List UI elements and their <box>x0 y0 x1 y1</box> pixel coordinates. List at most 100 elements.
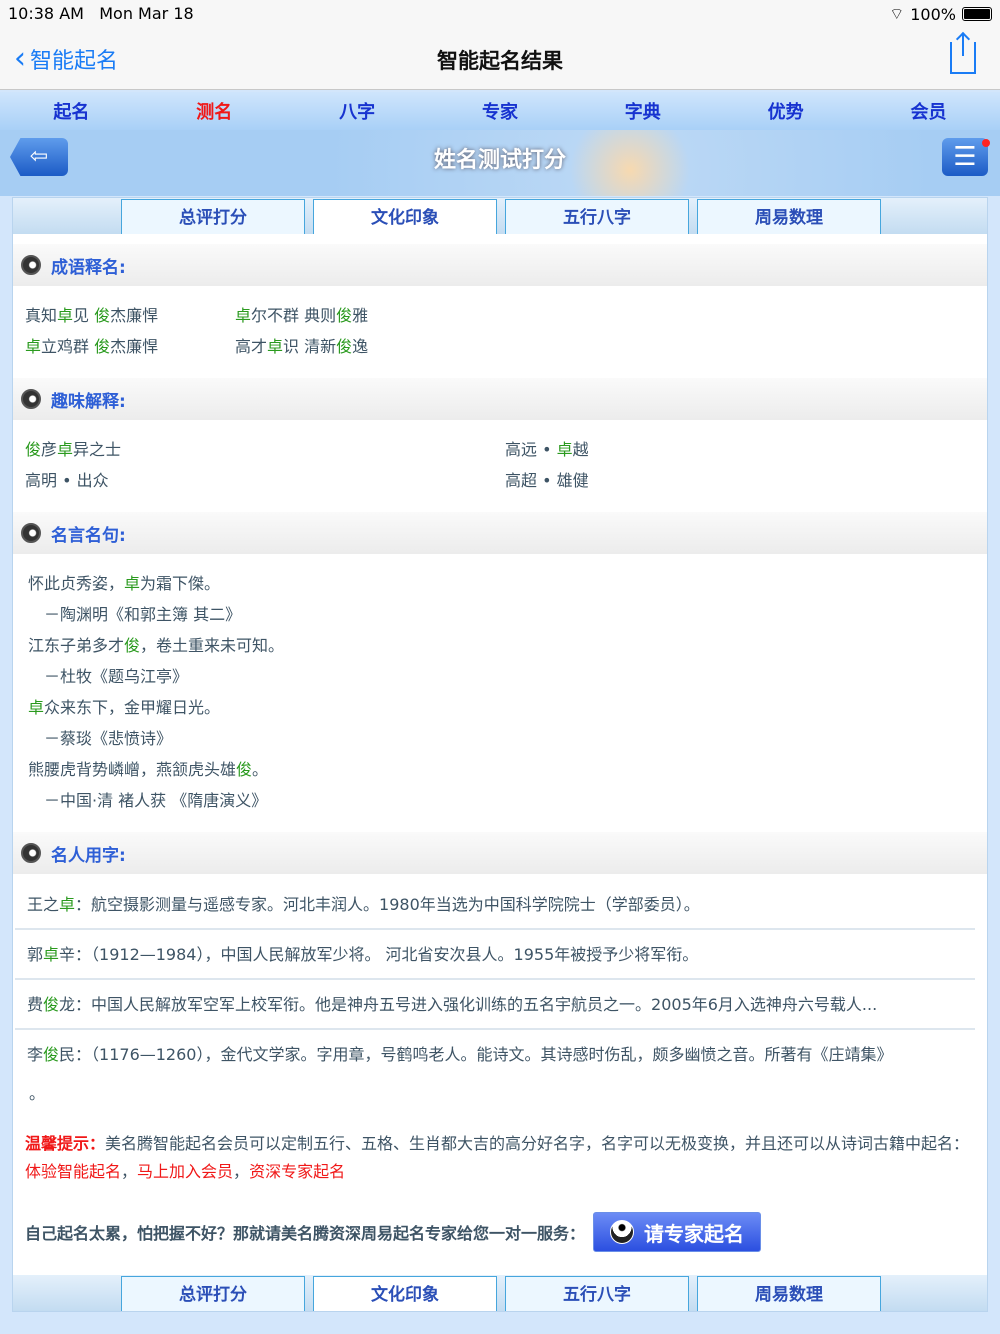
tab-2[interactable]: 文化印象 <box>313 199 497 234</box>
quote-source: －蔡琰《悲愤诗》 <box>44 729 173 748</box>
link-expert-naming[interactable]: 资深专家起名 <box>249 1162 345 1181</box>
quote-source: －杜牧《题乌江亭》 <box>44 667 189 686</box>
expert-text: 自己起名太累，怕把握不好？那就请美名腾资深周易起名专家给您一对一服务： <box>25 1224 586 1243</box>
tab-bar-top: 总评打分 文化印象 五行八字 周易数理 <box>13 198 987 234</box>
menu-item[interactable]: 会员 <box>857 98 999 124</box>
text-segment: 高明 • 出众 <box>25 471 109 490</box>
time: 10:38 AM <box>8 4 84 23</box>
tip: 温馨提示：美名腾智能起名会员可以定制五行、五格、生肖都大吉的高分好名字，名字可以… <box>13 1104 987 1186</box>
content-panel: 总评打分 文化印象 五行八字 周易数理 成语释名: 真知卓见 俊杰廉悍 卓尔不群 典则俊… <box>12 197 988 1312</box>
tab-1[interactable]: 总评打分 <box>121 1276 305 1311</box>
text-segment: 见 <box>73 306 95 325</box>
highlight-char: 俊 <box>336 337 353 356</box>
highlight-char: 俊 <box>94 306 111 325</box>
expert-button-label: 请专家起名 <box>644 1221 745 1246</box>
fun-item: 高远 • 卓越 <box>493 434 793 465</box>
famous-person-item: 费俊龙：中国人民解放军空军上校军衔。他是神舟五号进入强化训练的五名宇航员之一。2… <box>15 980 975 1030</box>
idiom-item: 真知卓见 俊杰廉悍 <box>13 300 223 331</box>
highlight-char: 卓 <box>43 945 60 964</box>
highlight-char: 卓 <box>28 698 45 717</box>
fun-list: 俊彦卓异之士 高远 • 卓越 高明 • 出众 高超 • 雄健 <box>13 420 987 502</box>
section-header-famous: 名人用字: <box>13 832 987 874</box>
yin-yang-icon <box>21 255 41 275</box>
highlight-char: 俊 <box>43 995 60 1014</box>
date: Mon Mar 18 <box>99 4 194 23</box>
section-title: 名言名句: <box>51 525 126 546</box>
link-join-member[interactable]: 马上加入会员 <box>137 1162 233 1181</box>
tab-4[interactable]: 周易数理 <box>697 1276 881 1311</box>
tab-3[interactable]: 五行八字 <box>505 1276 689 1311</box>
famous-list: 王之卓：航空摄影测量与遥感专家。河北丰润人。1980年当选为中国科学院院士（学部… <box>13 874 987 1080</box>
notification-dot <box>982 139 990 147</box>
menu-item[interactable]: 起名 <box>0 98 142 124</box>
menu-item[interactable]: 优势 <box>715 98 857 124</box>
section-title: 成语释名: <box>51 257 126 278</box>
text-segment: 真知 <box>25 306 58 325</box>
yin-yang-icon <box>610 1220 635 1244</box>
text-segment: 识 清新 <box>283 337 337 356</box>
highlight-char: 卓 <box>556 440 573 459</box>
sep: ， <box>233 1162 250 1181</box>
highlight-char: 卓 <box>267 337 284 356</box>
text-segment: 尔不群 典则 <box>251 306 337 325</box>
tab-3[interactable]: 五行八字 <box>505 199 689 234</box>
famous-tail: 。 <box>29 1084 46 1103</box>
famous-person-item: 王之卓：航空摄影测量与遥感专家。河北丰润人。1980年当选为中国科学院院士（学部… <box>15 880 975 930</box>
tab-2[interactable]: 文化印象 <box>313 1276 497 1311</box>
highlight-char: 俊 <box>124 636 141 655</box>
famous-person-item: 李俊民：（1176—1260），金代文学家。字用章，号鹤鸣老人。能诗文。其诗感时… <box>15 1030 975 1080</box>
page-title: 智能起名结果 <box>437 49 563 73</box>
text-segment: 熊腰虎背势嶙嶒，燕颔虎头雄 <box>28 760 237 779</box>
text-segment: 王之 <box>27 895 60 914</box>
text-segment: 怀此贞秀姿， <box>28 574 125 593</box>
menu-item[interactable]: 八字 <box>286 98 428 124</box>
text-segment: 辛：（1912—1984），中国人民解放军少将。 河北省安次县人。1955年被授… <box>59 945 699 964</box>
fun-item: 俊彦卓异之士 <box>13 434 493 465</box>
section-title: 名人用字: <box>51 845 126 866</box>
text-segment: 彦 <box>41 440 58 459</box>
highlight-char: 俊 <box>25 440 42 459</box>
tip-text: 美名腾智能起名会员可以定制五行、五格、生肖都大吉的高分好名字，名字可以无极变换，… <box>105 1134 970 1153</box>
text-segment: 高超 • 雄健 <box>505 471 589 490</box>
text-segment: 江东子弟多才 <box>28 636 125 655</box>
highlight-char: 卓 <box>59 895 76 914</box>
quote-text: 熊腰虎背势嶙嶒，燕颔虎头雄俊。 <box>16 754 987 785</box>
section-header-idioms: 成语释名: <box>13 244 987 286</box>
share-icon[interactable] <box>950 34 976 74</box>
text-segment: 李 <box>27 1045 44 1064</box>
idiom-item: 卓尔不群 典则俊雅 <box>223 300 523 331</box>
text-segment: 民：（1176—1260），金代文学家。字用章，号鹤鸣老人。能诗文。其诗感时伤乱… <box>59 1045 893 1064</box>
tab-1[interactable]: 总评打分 <box>121 199 305 234</box>
menu-item[interactable]: 专家 <box>429 98 571 124</box>
highlight-char: 卓 <box>124 574 141 593</box>
link-try-smart-naming[interactable]: 体验智能起名 <box>25 1162 121 1181</box>
text-segment: 龙：中国人民解放军空军上校军衔。他是神舟五号进入强化训练的五名宇航员之一。200… <box>59 995 878 1014</box>
tab-4[interactable]: 周易数理 <box>697 199 881 234</box>
menu-item[interactable]: 字典 <box>572 98 714 124</box>
text-segment: 。 <box>252 760 269 779</box>
text-segment: 立鸡群 <box>41 337 95 356</box>
text-segment: 杰廉悍 <box>110 337 159 356</box>
text-segment: 逸 <box>352 337 369 356</box>
highlight-char: 俊 <box>236 760 253 779</box>
status-right: ⌔ 100% <box>889 4 992 24</box>
highlight-char: 卓 <box>57 306 74 325</box>
highlight-char: 卓 <box>25 337 42 356</box>
sep: ， <box>121 1162 138 1181</box>
fun-item: 高明 • 出众 <box>13 465 493 496</box>
yin-yang-icon <box>21 523 41 543</box>
battery-icon <box>962 7 992 21</box>
tip-label: 温馨提示： <box>25 1134 106 1153</box>
text-segment: 为霜下傑。 <box>140 574 221 593</box>
text-segment: 异之士 <box>73 440 122 459</box>
text-segment: 杰廉悍 <box>110 306 159 325</box>
quote-source: －中国·清 褚人获 《隋唐演义》 <box>44 791 268 810</box>
yin-yang-icon <box>21 843 41 863</box>
yin-yang-icon <box>21 389 41 409</box>
expert-naming-button[interactable]: 请专家起名 <box>593 1212 762 1252</box>
section-header-quotes: 名言名句: <box>13 512 987 554</box>
quote-source: －陶渊明《和郭主簿 其二》 <box>44 605 242 624</box>
quote-text: 怀此贞秀姿，卓为霜下傑。 <box>16 568 987 599</box>
status-bar: 10:38 AM Mon Mar 18 ⌔ 100% <box>0 0 1000 30</box>
menu-item[interactable]: 测名 <box>143 98 285 124</box>
